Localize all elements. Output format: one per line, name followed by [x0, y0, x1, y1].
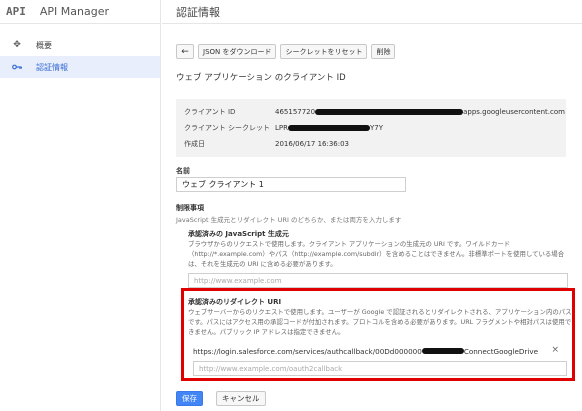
redirect-uri-input[interactable]: http://www.example.com/oauth2callback: [193, 361, 567, 376]
redaction-mark: [315, 109, 464, 115]
client-id-suffix[interactable]: apps.googleusercontent.com: [463, 108, 565, 116]
sidebar: API API Manager ✥ 概要 認証情報: [0, 0, 161, 411]
client-id-label: クライアント ID: [184, 108, 236, 116]
back-arrow-icon: ←: [181, 46, 189, 57]
restrictions-label: 制限事項: [176, 204, 204, 212]
back-button[interactable]: ←: [176, 44, 194, 59]
key-icon: [10, 63, 24, 71]
redirect-uri-prefix: https://login.salesforce.com/services/au…: [193, 346, 422, 356]
api-logo: API: [6, 5, 26, 18]
redirect-uri-description: ウェブサーバーからのリクエストで使用します。ユーザーが Google で認証され…: [188, 308, 572, 336]
js-origins-description: ブラウザからのリクエストで使用します。クライアント アプリケーションの生成元の …: [188, 240, 565, 268]
redirect-uri-entry[interactable]: https://login.salesforce.com/services/au…: [193, 343, 563, 359]
page-subtitle: ウェブ アプリケーション のクライアント ID: [176, 73, 346, 83]
delete-button[interactable]: 削除: [371, 44, 396, 59]
name-input[interactable]: ウェブ クライアント 1: [176, 177, 406, 192]
client-secret-suffix[interactable]: Y7Y: [370, 124, 383, 132]
created-value: 2016/06/17 16:36:03: [275, 140, 350, 148]
sidebar-item-label: 概要: [36, 40, 52, 50]
reset-secret-button[interactable]: シークレットをリセット: [280, 44, 368, 59]
app-title[interactable]: API Manager: [40, 5, 109, 18]
restrictions-hint: JavaScript 生成元とリダイレクト URI のどちらか、または両方を入力…: [176, 216, 402, 224]
client-id-prefix[interactable]: 465157720: [275, 108, 315, 116]
client-secret-label: クライアント シークレット: [184, 124, 270, 132]
redirect-uri-title: 承認済みのリダイレクト URI: [188, 298, 282, 306]
name-label: 名前: [176, 167, 190, 175]
toolbar: ← JSON をダウンロード シークレットをリセット 削除: [176, 44, 396, 59]
js-origins-title: 承認済みの JavaScript 生成元: [188, 230, 289, 238]
created-label: 作成日: [184, 140, 205, 148]
js-origin-input[interactable]: http://www.example.com: [188, 273, 568, 288]
sidebar-header: API API Manager: [0, 0, 160, 24]
cancel-button[interactable]: キャンセル: [216, 391, 266, 406]
client-id-row: クライアント ID 465157720 apps.googleuserconte…: [184, 105, 565, 119]
page-title: 認証情報: [162, 0, 582, 24]
main-content: 認証情報 ← JSON をダウンロード シークレットをリセット 削除 ウェブ ア…: [162, 0, 582, 411]
overview-icon: ✥: [13, 40, 21, 50]
redaction-mark: [288, 125, 370, 131]
download-json-button[interactable]: JSON をダウンロード: [198, 44, 277, 59]
sidebar-item-label: 認証情報: [36, 62, 68, 72]
credentials-info: クライアント ID 465157720 apps.googleuserconte…: [176, 99, 566, 157]
sidebar-item-overview[interactable]: ✥ 概要: [0, 34, 160, 56]
redirect-uri-suffix: ConnectGoogleDrive: [463, 346, 539, 356]
client-secret-row: クライアント シークレット LPR Y7Y: [184, 121, 383, 135]
created-row: 作成日 2016/06/17 16:36:03: [184, 137, 349, 151]
client-secret-prefix[interactable]: LPR: [275, 124, 288, 132]
close-icon[interactable]: ×: [551, 345, 559, 355]
save-button[interactable]: 保存: [176, 391, 203, 406]
sidebar-item-credentials[interactable]: 認証情報: [0, 56, 160, 78]
redaction-mark: [421, 348, 464, 354]
